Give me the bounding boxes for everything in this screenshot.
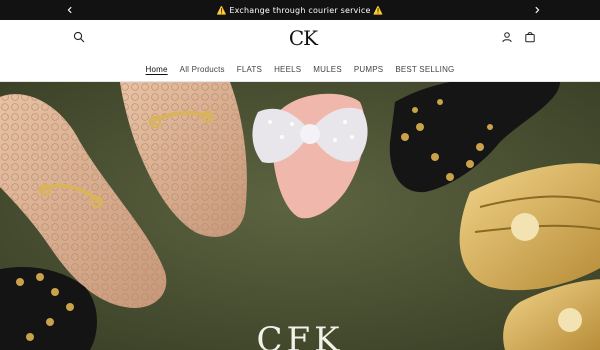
cart-icon bbox=[525, 32, 535, 43]
search-icon bbox=[73, 31, 85, 43]
user-icon bbox=[502, 32, 512, 43]
site-logo[interactable]: CK bbox=[285, 24, 321, 52]
announcement-next-button[interactable] bbox=[527, 0, 547, 20]
hero-banner[interactable]: CFK bbox=[0, 82, 600, 350]
hero-image bbox=[0, 82, 600, 350]
site-header: CK Home All Products FLATS HEELS MULES P… bbox=[0, 20, 600, 82]
nav-item-best-selling[interactable]: BEST SELLING bbox=[395, 62, 454, 78]
chevron-right-icon bbox=[535, 6, 540, 14]
announcement-prev-button[interactable] bbox=[60, 0, 80, 20]
chevron-left-icon bbox=[67, 6, 72, 14]
announcement-bar: ⚠️ Exchange through courier service ⚠️ bbox=[0, 0, 600, 20]
announcement-text: ⚠️ Exchange through courier service ⚠️ bbox=[216, 5, 384, 15]
nav-item-home[interactable]: Home bbox=[146, 62, 168, 78]
nav-item-flats[interactable]: FLATS bbox=[237, 62, 262, 78]
cart-button[interactable] bbox=[521, 28, 539, 46]
nav-item-all-products[interactable]: All Products bbox=[180, 62, 225, 78]
nav-item-heels[interactable]: HEELS bbox=[274, 62, 301, 78]
hero-title: CFK bbox=[256, 320, 344, 350]
logo-text: CK bbox=[288, 26, 318, 50]
nav-item-mules[interactable]: MULES bbox=[313, 62, 342, 78]
account-button[interactable] bbox=[498, 28, 516, 46]
search-button[interactable] bbox=[70, 28, 88, 46]
nav-item-pumps[interactable]: PUMPS bbox=[354, 62, 383, 78]
main-nav: Home All Products FLATS HEELS MULES PUMP… bbox=[0, 62, 600, 78]
